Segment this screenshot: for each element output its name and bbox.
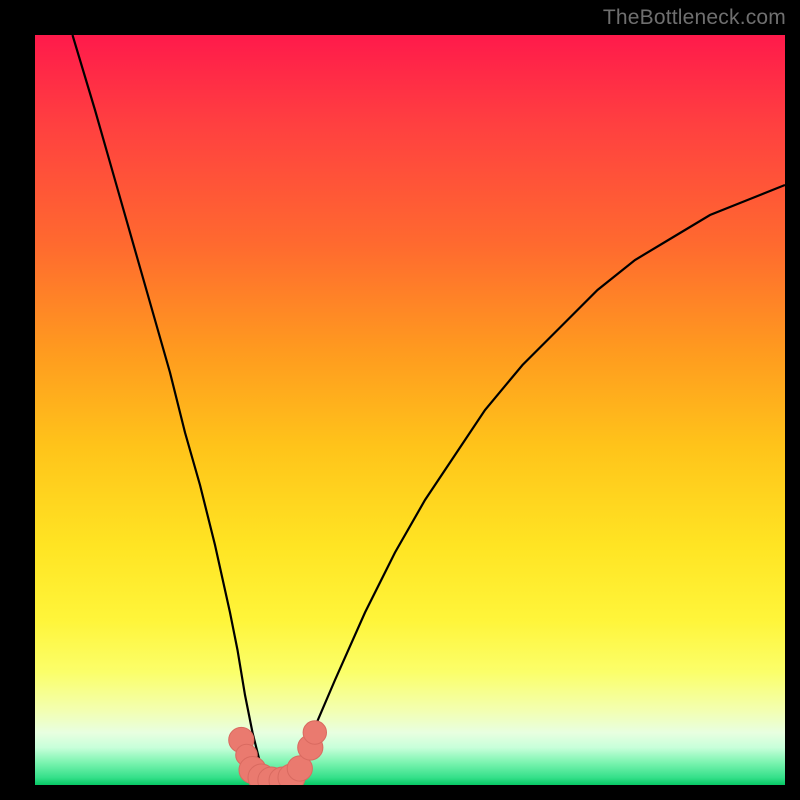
marker-layer [229,721,327,785]
watermark-label: TheBottleneck.com [603,6,786,30]
curve-marker [303,721,326,744]
chart-frame: TheBottleneck.com [0,0,800,800]
bottleneck-curve [73,35,786,785]
chart-svg [35,35,785,785]
chart-plot-area [35,35,785,785]
